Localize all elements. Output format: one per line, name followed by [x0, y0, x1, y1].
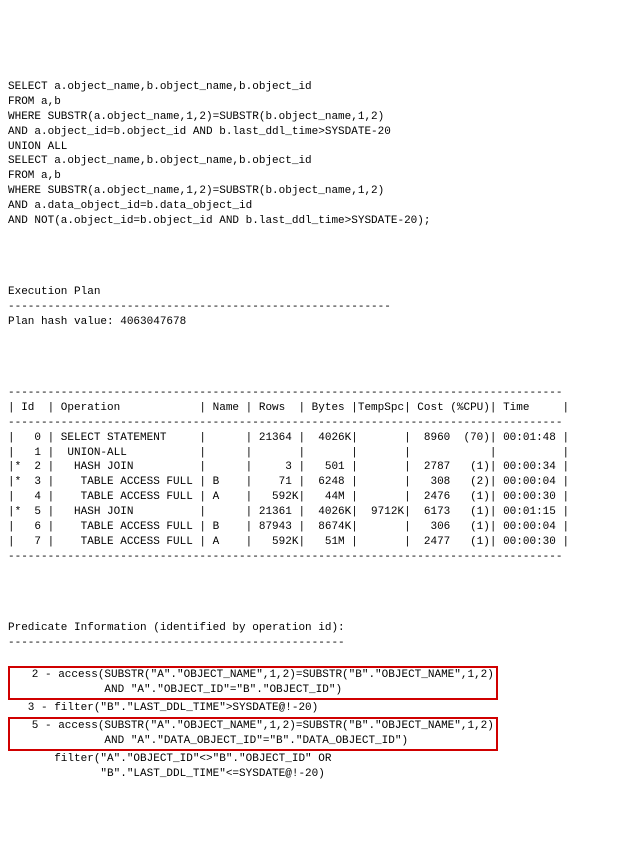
divider-line: ----------------------------------------… [8, 637, 345, 649]
table-row: | 4 | TABLE ACCESS FULL | A | 592K| 44M … [8, 491, 569, 503]
table-row: |* 3 | TABLE ACCESS FULL | B | 71 | 6248… [8, 476, 569, 488]
sql-line: SELECT a.object_name,b.object_name,b.obj… [8, 81, 312, 93]
predicate-line: AND "A"."DATA_OBJECT_ID"="B"."DATA_OBJEC… [12, 735, 408, 747]
table-row: | 1 | UNION-ALL | | | | | | | [8, 447, 569, 459]
table-row: | 7 | TABLE ACCESS FULL | A | 592K| 51M … [8, 536, 569, 548]
plan-hash: Plan hash value: 4063047678 [8, 316, 186, 328]
sql-line: FROM a,b [8, 170, 61, 182]
predicate-line: 3 - filter("B"."LAST_DDL_TIME">SYSDATE@!… [8, 702, 318, 714]
predicate-line: filter("A"."OBJECT_ID"<>"B"."OBJECT_ID" … [8, 753, 331, 765]
sql-line: AND a.data_object_id=b.data_object_id [8, 200, 252, 212]
table-rule: ----------------------------------------… [8, 417, 563, 429]
predicate-info: Predicate Information (identified by ope… [8, 606, 629, 781]
sql-line: AND a.object_id=b.object_id AND b.last_d… [8, 126, 391, 138]
sql-line: SELECT a.object_name,b.object_name,b.obj… [8, 155, 312, 167]
sql-line: WHERE SUBSTR(a.object_name,1,2)=SUBSTR(b… [8, 111, 384, 123]
highlight-box-predicate-2: 2 - access(SUBSTR("A"."OBJECT_NAME",1,2)… [8, 666, 498, 700]
table-row: | 0 | SELECT STATEMENT | | 21364 | 4026K… [8, 432, 569, 444]
predicate-line: AND "A"."OBJECT_ID"="B"."OBJECT_ID") [12, 684, 342, 696]
plan-table: ----------------------------------------… [8, 371, 629, 564]
table-header-row: | Id | Operation | Name | Rows | Bytes |… [8, 402, 569, 414]
divider-line: ----------------------------------------… [8, 301, 391, 313]
predicate-line: "B"."LAST_DDL_TIME"<=SYSDATE@!-20) [8, 768, 325, 780]
predicate-title: Predicate Information (identified by ope… [8, 622, 345, 634]
table-row: |* 5 | HASH JOIN | | 21361 | 4026K| 9712… [8, 506, 569, 518]
sql-line: FROM a,b [8, 96, 61, 108]
plan-title: Execution Plan [8, 286, 100, 298]
table-row: |* 2 | HASH JOIN | | 3 | 501 | | 2787 (1… [8, 461, 569, 473]
sql-line: WHERE SUBSTR(a.object_name,1,2)=SUBSTR(b… [8, 185, 384, 197]
execution-plan-header: Execution Plan -------------------------… [8, 270, 629, 329]
highlight-box-predicate-5: 5 - access(SUBSTR("A"."OBJECT_NAME",1,2)… [8, 717, 498, 751]
sql-block: SELECT a.object_name,b.object_name,b.obj… [8, 65, 629, 228]
sql-line: UNION ALL [8, 141, 67, 153]
table-rule: ----------------------------------------… [8, 551, 563, 563]
sql-line: AND NOT(a.object_id=b.object_id AND b.la… [8, 215, 430, 227]
table-rule: ----------------------------------------… [8, 387, 563, 399]
predicate-line: 5 - access(SUBSTR("A"."OBJECT_NAME",1,2)… [12, 720, 494, 732]
table-row: | 6 | TABLE ACCESS FULL | B | 87943 | 86… [8, 521, 569, 533]
predicate-line: 2 - access(SUBSTR("A"."OBJECT_NAME",1,2)… [12, 669, 494, 681]
